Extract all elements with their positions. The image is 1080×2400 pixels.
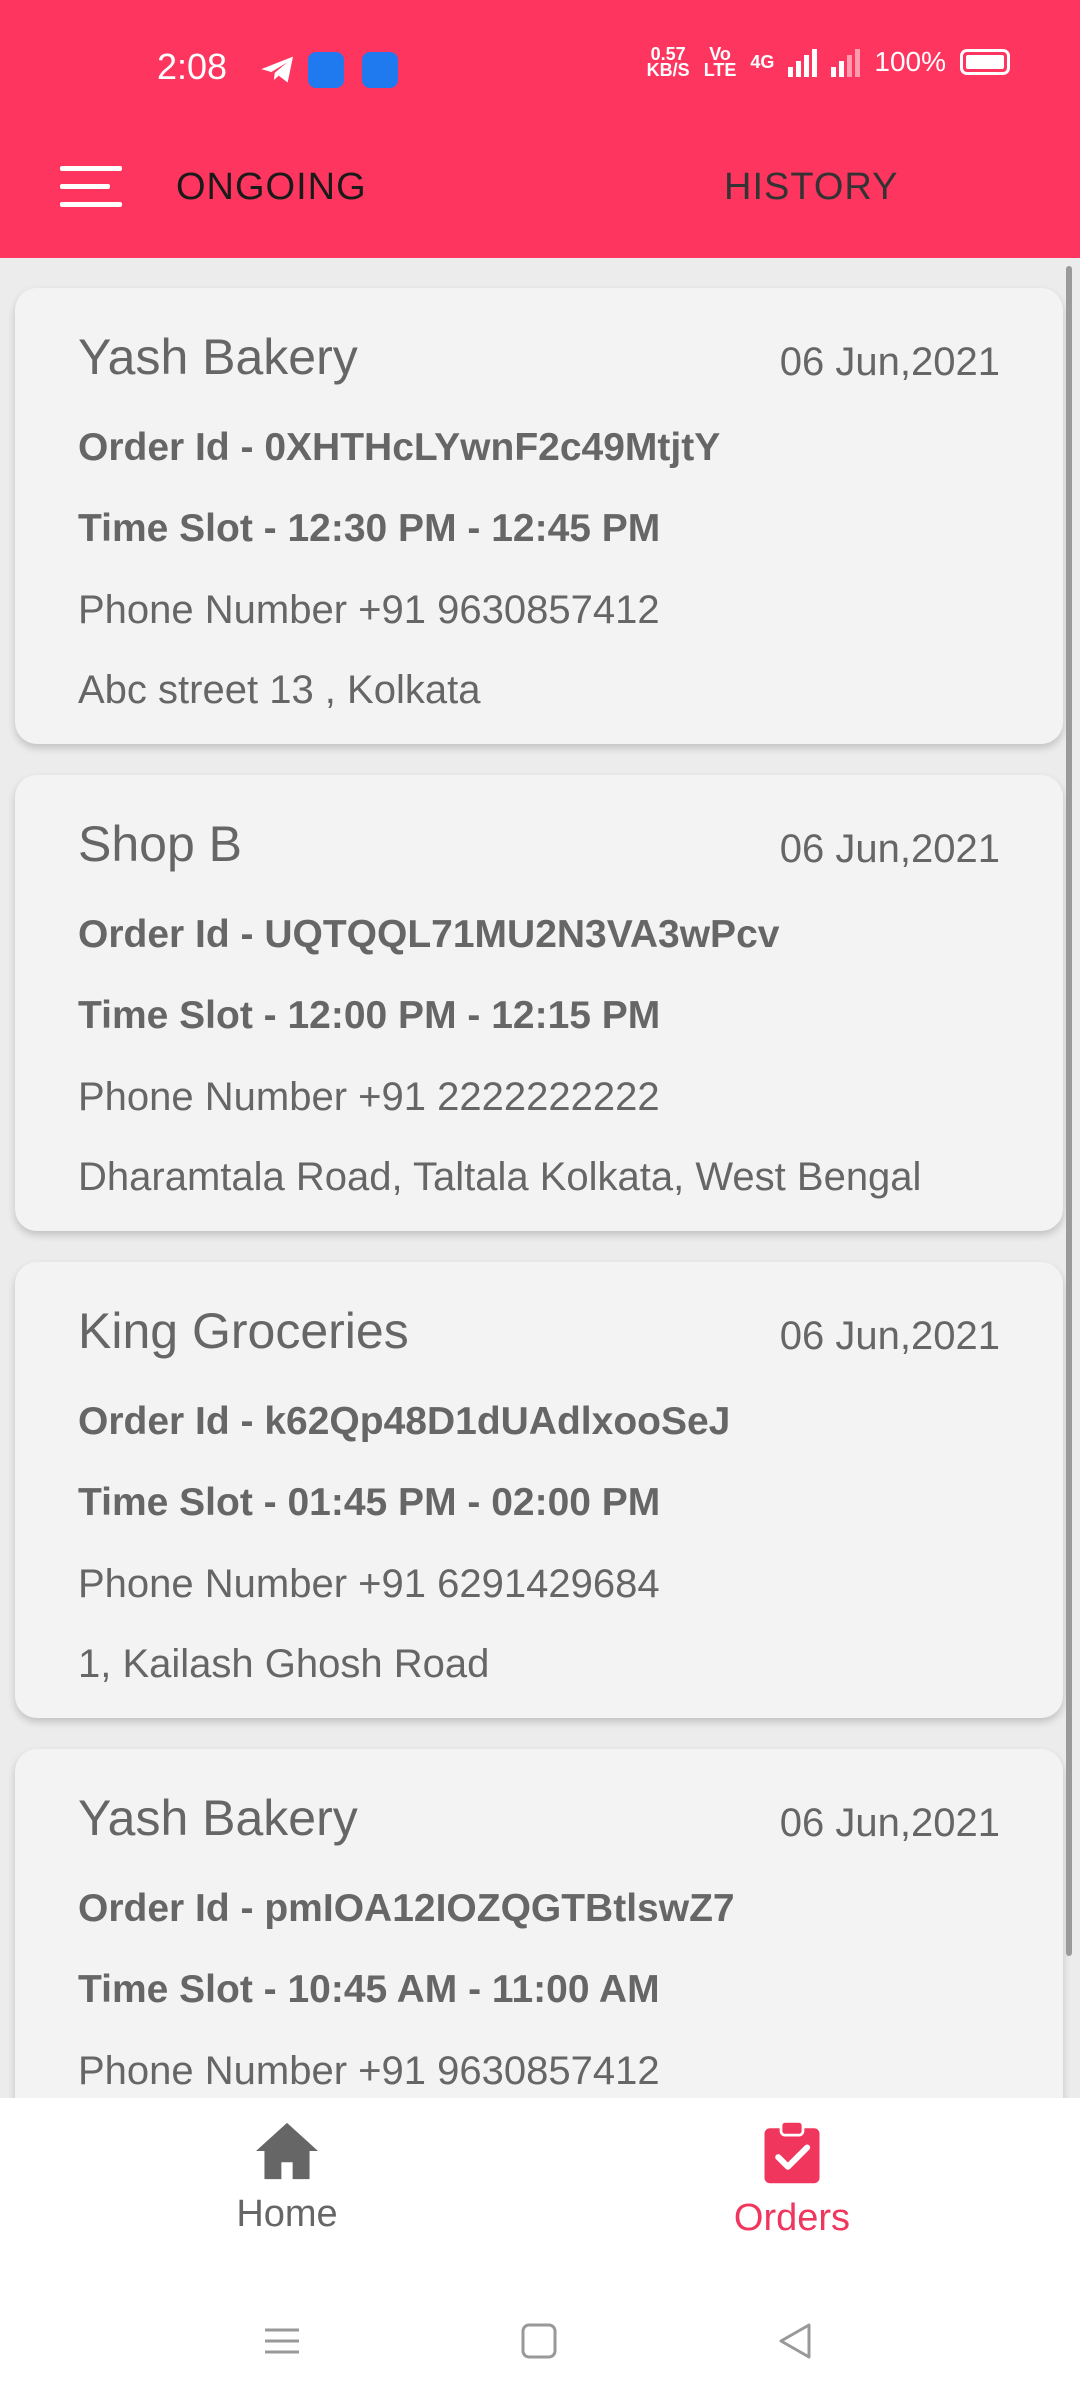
phone-number: Phone Number +91 2222222222 (78, 1075, 660, 1119)
scrollbar[interactable] (1066, 266, 1072, 1956)
status-time: 2:08 (157, 46, 228, 87)
shop-name: Yash Bakery (78, 329, 358, 385)
network-speed: 0.57 KB/S (646, 45, 690, 80)
time-slot: Time Slot - 01:45 PM - 02:00 PM (78, 1481, 661, 1524)
telegram-icon (258, 50, 298, 95)
phone-number: Phone Number +91 9630857412 (78, 2049, 660, 2093)
clipboard-check-icon (764, 2120, 820, 2184)
nav-home[interactable]: Home (157, 2120, 417, 2236)
time-slot: Time Slot - 12:00 PM - 12:15 PM (78, 994, 661, 1037)
shop-name: Shop B (78, 816, 243, 872)
order-id: Order Id - pmIOA12IOZQGTBtlswZ7 (78, 1887, 735, 1930)
signal-icon (788, 47, 818, 77)
tab-history[interactable]: HISTORY (724, 166, 899, 209)
shop-name: King Groceries (78, 1303, 409, 1359)
system-nav-bar (0, 2292, 1080, 2400)
home-icon (256, 2122, 318, 2180)
menu-icon[interactable] (60, 166, 122, 208)
android-icon (308, 52, 344, 88)
order-card[interactable]: King Groceries 06 Jun,2021 Order Id - k6… (15, 1262, 1063, 1718)
status-right: 0.57 KB/S Vo LTE 4G 100% (646, 45, 1010, 80)
order-id: Order Id - k62Qp48D1dUAdlxooSeJ (78, 1400, 731, 1443)
speed-unit: KB/S (646, 60, 690, 80)
order-card[interactable]: Yash Bakery 06 Jun,2021 Order Id - pmIOA… (15, 1749, 1063, 2098)
order-id: Order Id - UQTQQL71MU2N3VA3wPcv (78, 913, 780, 956)
app-bar: 2:08 0.57 KB/S Vo LTE 4G 100% ONGOING HI… (0, 0, 1080, 258)
time-slot: Time Slot - 10:45 AM - 11:00 AM (78, 1968, 660, 2011)
battery-icon (960, 49, 1010, 75)
nav-orders-label: Orders (733, 2197, 851, 2239)
nav-orders[interactable]: Orders (662, 2120, 922, 2240)
order-id: Order Id - 0XHTHcLYwnF2c49MtjtY (78, 426, 721, 469)
back-icon[interactable] (776, 2322, 814, 2360)
address: 1, Kailash Ghosh Road (78, 1642, 490, 1686)
nav-home-label: Home (236, 2193, 338, 2235)
address: Abc street 13 , Kolkata (78, 668, 481, 712)
phone-number: Phone Number +91 9630857412 (78, 588, 660, 632)
order-card[interactable]: Shop B 06 Jun,2021 Order Id - UQTQQL71MU… (15, 775, 1063, 1231)
signal-2-icon (831, 47, 861, 77)
recents-menu-icon[interactable] (263, 2322, 301, 2360)
shop-name: Yash Bakery (78, 1790, 358, 1846)
volte-indicator: Vo LTE (703, 45, 737, 80)
order-date: 06 Jun,2021 (779, 340, 1000, 384)
order-card[interactable]: Yash Bakery 06 Jun,2021 Order Id - 0XHTH… (15, 288, 1063, 744)
usb-icon (362, 52, 398, 88)
battery-level: 100% (874, 46, 946, 77)
home-button-icon[interactable] (520, 2322, 558, 2360)
bottom-nav: Home Orders (0, 2098, 1080, 2292)
volte-bottom: LTE (703, 60, 737, 80)
network-type: 4G (750, 52, 775, 72)
order-date: 06 Jun,2021 (779, 827, 1000, 871)
order-date: 06 Jun,2021 (779, 1801, 1000, 1845)
order-list[interactable]: Yash Bakery 06 Jun,2021 Order Id - 0XHTH… (0, 258, 1080, 2098)
tab-ongoing[interactable]: ONGOING (176, 166, 367, 209)
address: Dharamtala Road, Taltala Kolkata, West B… (78, 1155, 922, 1199)
phone-number: Phone Number +91 6291429684 (78, 1562, 660, 1606)
status-bar: 2:08 0.57 KB/S Vo LTE 4G 100% (0, 40, 1080, 100)
time-slot: Time Slot - 12:30 PM - 12:45 PM (78, 507, 661, 550)
order-date: 06 Jun,2021 (779, 1314, 1000, 1358)
